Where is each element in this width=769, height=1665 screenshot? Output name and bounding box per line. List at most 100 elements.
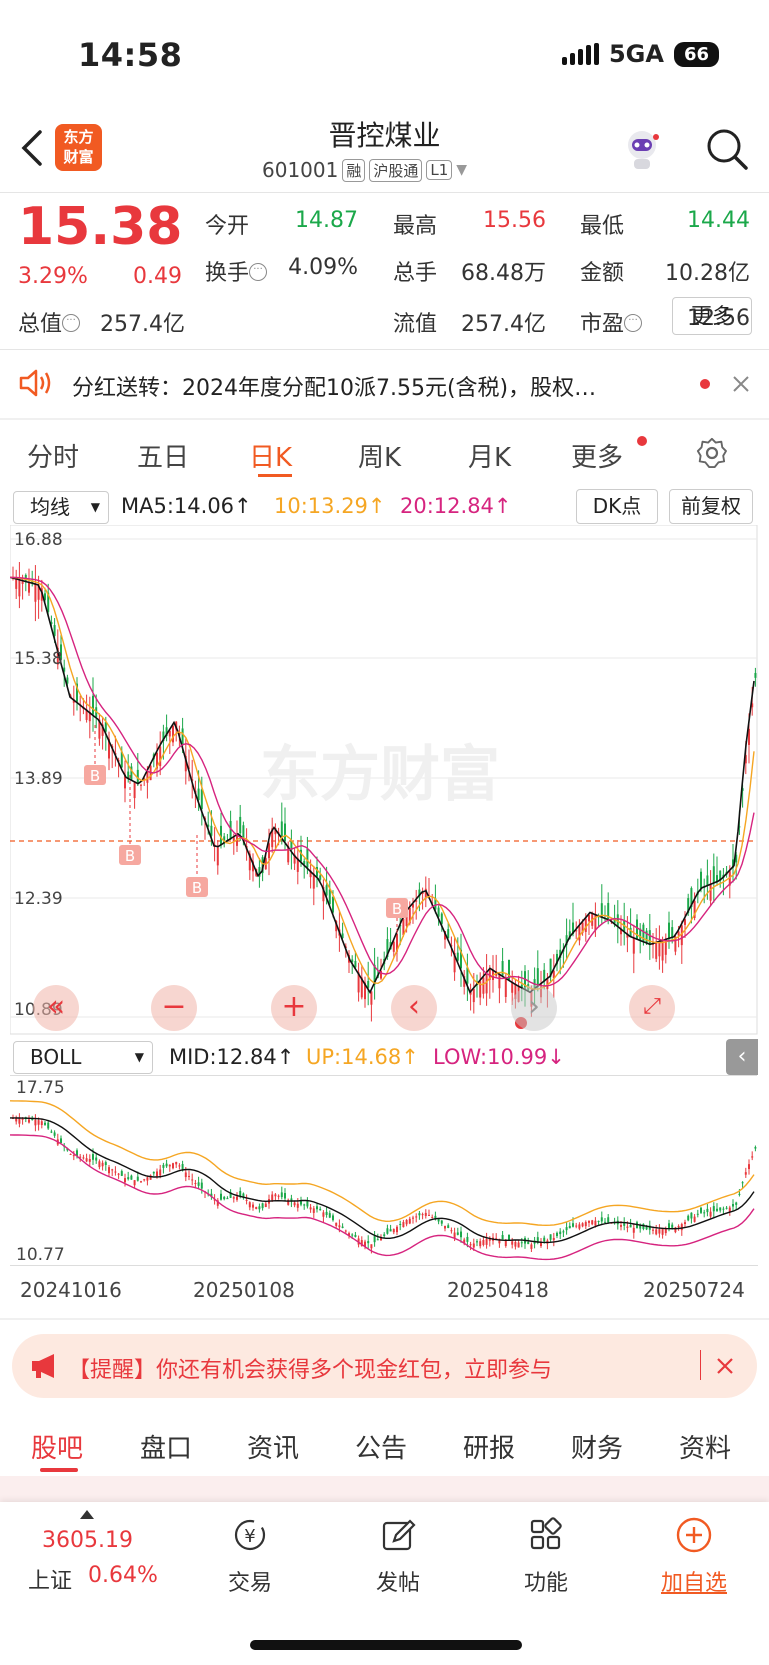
scroll-right-button[interactable]: › [511,985,557,1031]
tab-daily-k[interactable]: 日K [249,437,292,474]
boll-candle-body [479,1241,482,1247]
indicator-select-label: 均线 [30,495,70,519]
notice-text[interactable]: 分红送转：2024年度分配10派7.55元(含税)，股权… [72,370,596,402]
boll-candle-body [392,1229,395,1233]
close-icon[interactable] [716,1357,734,1375]
tab-more[interactable]: 更多 [571,437,623,474]
assistant-robot-icon[interactable] [618,125,666,173]
index-value[interactable]: 3605.19 [42,1528,133,1553]
tab-profile[interactable]: 资料 [679,1428,731,1465]
info-icon[interactable]: ··· [62,313,81,332]
boll-candle-body [661,1228,664,1235]
tab-monthly-k[interactable]: 月K [468,437,511,474]
boll-candle-body [111,1169,114,1171]
boll-candle-body [389,1229,392,1232]
boll-candle-body [748,1164,750,1170]
boll-candle-body [530,1244,533,1249]
boll-candle-body [415,1216,418,1218]
ma5-legend: MA5:14.06↑ [121,494,252,518]
boll-chart[interactable]: 17.75 10.77 [10,1075,758,1265]
candle-body [632,937,635,954]
boll-candle-body [706,1208,709,1213]
boll-candle-body [194,1182,197,1185]
boll-candle-body [312,1208,315,1213]
boll-candle-body [341,1226,344,1228]
indicator-select[interactable]: 均线 ▼ [13,491,109,524]
tab-weekly-k[interactable]: 周K [358,437,401,474]
collapse-panel-button[interactable]: ‹ [726,1039,758,1075]
tab-announcements[interactable]: 公告 [355,1428,407,1465]
y-axis-label: 12.39 [14,889,63,909]
close-icon[interactable] [732,375,750,393]
quote-value: 15.56 [483,208,546,233]
boll-candle-body [690,1212,693,1219]
fullscreen-button[interactable]: ⤢ [629,985,675,1031]
boll-candle-body [271,1194,274,1201]
boll-candle-body [732,1203,734,1207]
info-icon[interactable]: ··· [624,313,643,332]
candle-body [440,913,443,924]
candle-body [501,961,504,976]
boll-candle-body [162,1164,165,1168]
candle-body [367,980,370,988]
boll-candle-body [440,1220,443,1224]
boll-candle-body [172,1163,174,1169]
boll-candle-body [552,1237,555,1241]
boll-candle-body [482,1239,485,1245]
scroll-left-fast-button[interactable]: « [33,985,79,1031]
boll-candle-body [693,1216,696,1222]
boll-select[interactable]: BOLL ▼ [13,1041,153,1074]
ma20-legend: 20:12.84↑ [400,494,512,518]
nav-functions[interactable]: 功能 [501,1515,591,1597]
boll-candle-body [108,1167,110,1174]
tab-five-day[interactable]: 五日 [137,437,189,474]
zoom-out-button[interactable]: − [151,985,197,1031]
watermark: 东方财富 [260,740,500,810]
tab-forum[interactable]: 股吧 [31,1428,83,1465]
info-icon[interactable]: ··· [249,262,268,281]
boll-candle-body [101,1162,104,1167]
candle-body [172,725,174,743]
index-name: 上证 [28,1569,73,1594]
tab-orderbook[interactable]: 盘口 [140,1428,192,1465]
tab-intraday[interactable]: 分时 [27,437,79,474]
more-button[interactable]: 更多 [672,297,752,335]
tab-research[interactable]: 研报 [463,1428,515,1465]
expand-up-icon[interactable] [80,1510,94,1519]
boll-candle-body [88,1158,91,1162]
settings-icon[interactable] [695,436,729,470]
zoom-in-button[interactable]: + [271,985,317,1031]
scroll-left-button[interactable]: ‹ [391,985,437,1031]
quote-label: 今开 [205,214,250,239]
nav-post[interactable]: 发帖 [353,1515,443,1597]
tab-news[interactable]: 资讯 [247,1428,299,1465]
stock-subtitle[interactable]: 601001 融 沪股通 L1 ▼ [262,158,467,182]
tag-level: L1 [426,160,453,180]
boll-candle-body [354,1234,357,1237]
boll-candle-body [543,1237,546,1242]
boll-candle-body [239,1191,242,1196]
nav-trade[interactable]: ¥ 交易 [205,1515,295,1597]
tab-finance[interactable]: 财务 [571,1428,623,1465]
candle-body [242,825,245,839]
speaker-icon [19,369,51,397]
boll-candle-body [712,1206,715,1212]
boll-candle-body [188,1175,190,1177]
kline-chart[interactable]: 东方财富 16.8815.3813.8912.3910.89 B B B B [10,525,758,1035]
tag-margin: 融 [342,158,366,182]
adjust-button[interactable]: 前复权 [669,489,753,524]
candle-body [437,907,440,917]
boll-candle-body [300,1201,302,1205]
boll-candle-body [197,1182,200,1186]
boll-candle-body [652,1229,654,1231]
search-icon[interactable] [704,126,750,172]
boll-candle-body [671,1224,674,1228]
boll-candle-body [469,1244,472,1246]
nav-add-watchlist[interactable]: 加自选 [649,1515,739,1597]
b-marker-label: B [192,879,202,897]
boll-candle-body [92,1154,94,1160]
reminder-text[interactable]: 【提醒】你还有机会获得多个现金红包，立即参与 [68,1352,552,1384]
boll-candle-body [460,1231,462,1238]
boll-candle-body [261,1203,264,1209]
dk-point-button[interactable]: DK点 [576,489,658,524]
